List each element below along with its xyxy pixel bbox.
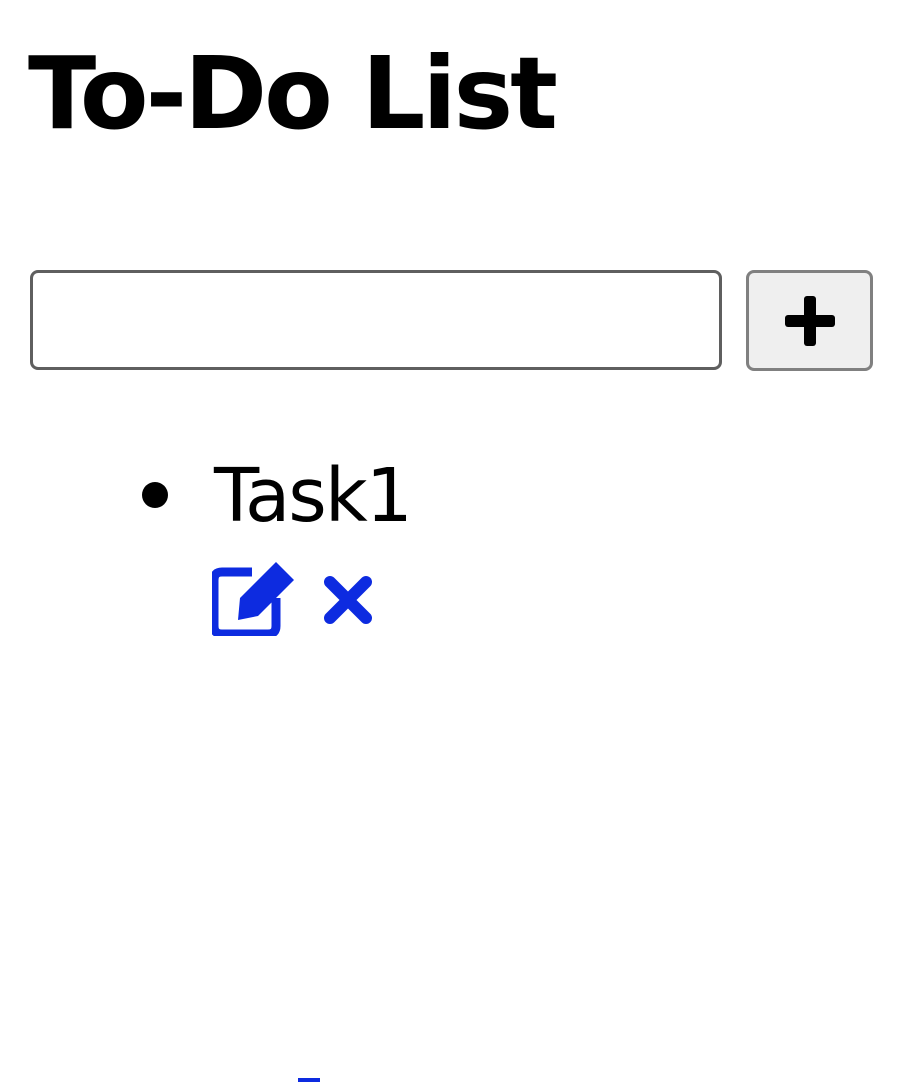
- page-title: To-Do List: [28, 35, 558, 152]
- edit-icon: [209, 562, 294, 639]
- task-label: Task1: [214, 453, 413, 539]
- edit-task-button[interactable]: [209, 560, 298, 639]
- bullet-marker: [142, 482, 168, 508]
- delete-task-button[interactable]: [322, 574, 374, 626]
- link-underline: [298, 1078, 320, 1082]
- close-icon: [324, 576, 372, 624]
- add-task-button[interactable]: [746, 270, 873, 371]
- task-input[interactable]: [30, 270, 722, 370]
- plus-icon: [784, 295, 835, 346]
